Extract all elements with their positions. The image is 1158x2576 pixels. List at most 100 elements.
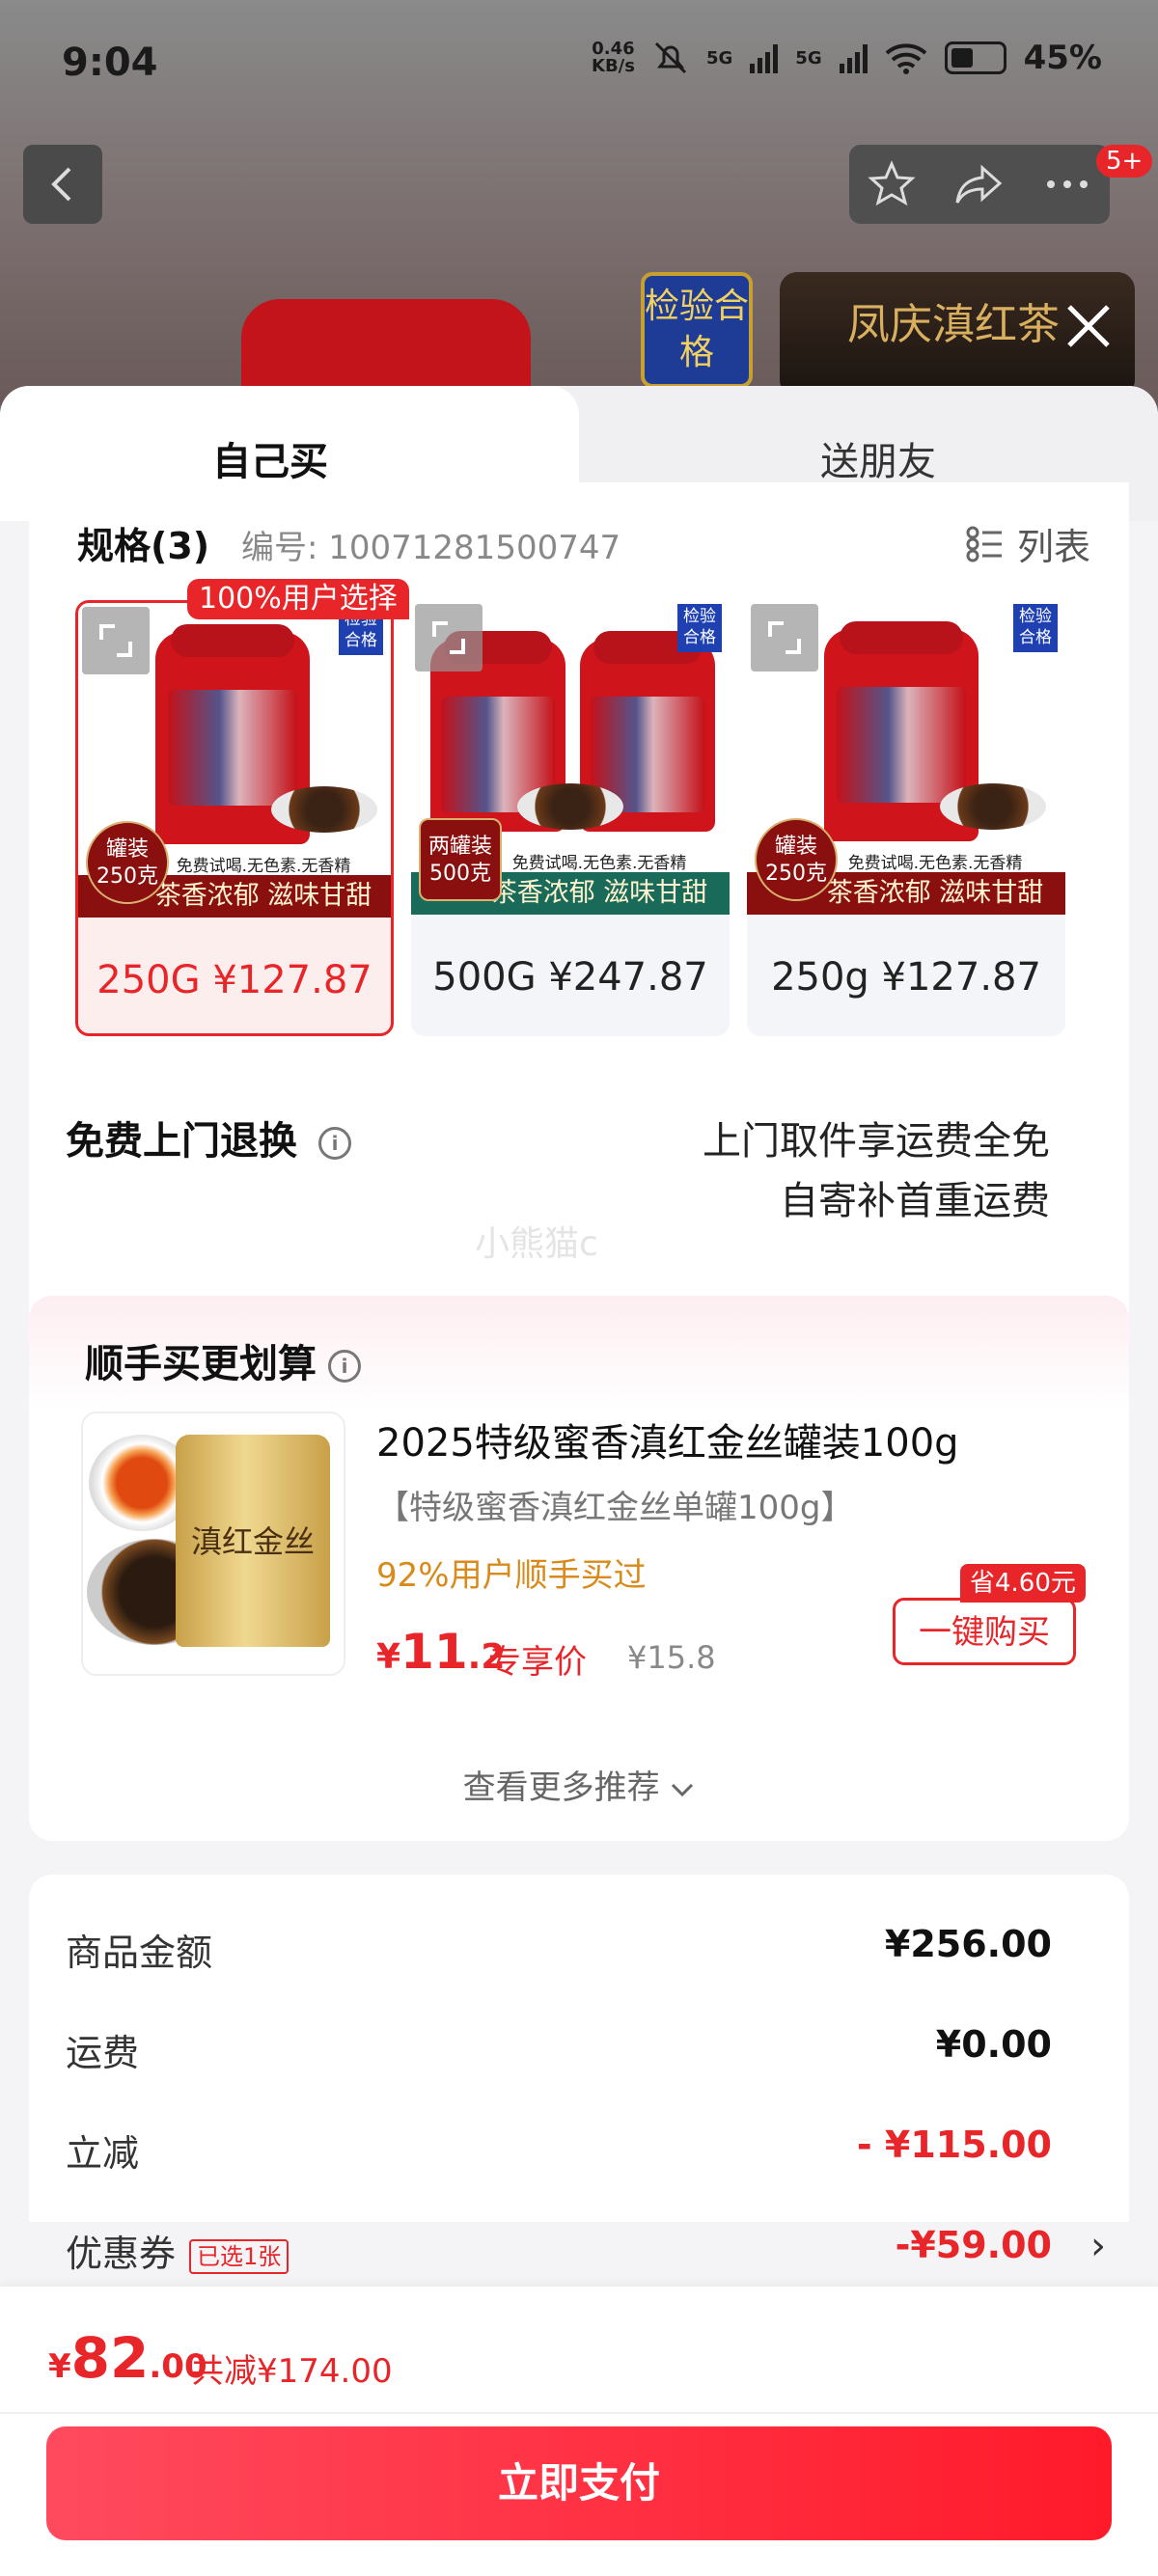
currency-symbol: ¥ [376, 1637, 401, 1677]
expand-icon[interactable] [82, 607, 150, 674]
share-icon[interactable] [953, 160, 1006, 208]
checkout-footer: ¥82.00 共减¥174.00 立即支付 [0, 2287, 1158, 2576]
total-price: ¥82.00 [48, 2325, 207, 2391]
return-line-1: 上门取件享运费全免 [703, 1119, 1050, 1164]
summary-row-shipping: 运费 ¥0.00 [66, 2023, 1052, 2081]
spec-option-subbanner: 免费试喝.无色素.无香精 [805, 853, 1065, 874]
total-int: 82 [70, 2325, 150, 2391]
upsell-title-label: 顺手买更划算 [85, 1342, 317, 1386]
info-icon[interactable]: i [328, 1350, 361, 1383]
upsell-price: ¥11.2 [376, 1624, 505, 1680]
summary-value: ¥0.00 [935, 2023, 1052, 2066]
return-line-2: 自寄补首重运费 [780, 1179, 1050, 1223]
upsell-sku: 【特级蜜香滇红金丝单罐100g】 [376, 1489, 854, 1527]
spec-option-250g-alt[interactable]: 免费试喝.无色素.无香精 茶香浓郁 滋味甘甜 罐装250克 检验合格 250g … [747, 600, 1065, 1036]
purchase-sheet: 自己买 送朋友 规格(3) 编号: 10071281500747 列表 免费试喝… [0, 386, 1158, 2576]
summary-value: - ¥115.00 [856, 2124, 1052, 2166]
more-recommendations-label: 查看更多推荐 [462, 1768, 660, 1807]
status-bar: 9:04 0.46 KB/s 5G 5G 45% [0, 0, 1158, 125]
spec-title: 规格(3) [77, 525, 210, 567]
wifi-icon [885, 43, 926, 74]
popular-choice-badge: 100%用户选择 [187, 579, 409, 619]
upsell-popularity: 92%用户顺手买过 [376, 1556, 647, 1595]
battery-level: 45% [1023, 39, 1102, 77]
spec-option-label: 250G ¥127.87 [96, 958, 372, 1002]
list-view-toggle[interactable]: 列表 [965, 517, 1090, 570]
back-button[interactable] [23, 145, 102, 224]
more-icon[interactable] [1043, 175, 1091, 194]
summary-label: 优惠券 [66, 2233, 177, 2275]
mute-icon [654, 41, 687, 74]
coupon-count-badge: 已选1张 [189, 2238, 290, 2274]
tea-leaves-image [940, 783, 1046, 830]
one-click-buy-button[interactable]: 一键购买 [893, 1598, 1076, 1665]
info-icon[interactable]: i [318, 1127, 351, 1160]
currency-symbol: ¥ [48, 2347, 71, 2386]
spec-option-tag: 罐装250克 [86, 821, 169, 904]
free-return-label: 免费上门退换 [66, 1119, 297, 1164]
spec-option-subbanner: 免费试喝.无色素.无香精 [469, 853, 730, 874]
signal-icon-2 [839, 42, 868, 73]
spec-option-tag: 罐装250克 [755, 818, 838, 901]
spec-option-subbanner: 免费试喝.无色素.无香精 [136, 856, 391, 877]
list-view-label: 列表 [1016, 526, 1090, 568]
list-icon [966, 526, 1002, 562]
upsell-product-image[interactable]: 滇红金丝 [81, 1411, 345, 1676]
original-price: ¥15.8 [627, 1639, 716, 1676]
upsell-card: 顺手买更划算 i 滇红金丝 2025特级蜜香滇红金丝罐装100g 【特级蜜香滇红金… [29, 1296, 1129, 1841]
watermark: 小熊猫c [475, 1224, 598, 1264]
signal-icon [750, 42, 779, 73]
spec-option-tag: 两罐装500克 [419, 818, 502, 901]
chevron-down-icon [672, 1783, 694, 1797]
total-saved: 共减¥174.00 [191, 2352, 393, 2391]
close-icon[interactable] [1060, 297, 1117, 355]
spec-option-label: 250g ¥127.87 [771, 955, 1041, 1000]
tab-buy-self-label: 自己买 [212, 440, 328, 484]
gold-can-image: 滇红金丝 [176, 1435, 330, 1647]
spec-option-500g[interactable]: 免费试喝.无色素.无香精 茶香浓郁 滋味甘甜 两罐装500克 检验合格 500G… [411, 600, 730, 1036]
pay-now-button[interactable]: 立即支付 [46, 2426, 1112, 2540]
exclusive-price-label: 专享价 [488, 1643, 587, 1682]
summary-value: -¥59.00 [895, 2224, 1052, 2266]
signal-5g-label-2: 5G [795, 47, 822, 69]
price-summary-card: 商品金额 ¥256.00 运费 ¥0.00 立减 - ¥115.00 优惠券 已选1张 -… [29, 1875, 1129, 2275]
tea-leaves-image [517, 783, 623, 830]
quality-badge: 检验合格 [1013, 604, 1058, 652]
tea-leaves-image [271, 786, 377, 833]
summary-row-discount: 立减 - ¥115.00 [66, 2124, 1052, 2181]
signal-5g-label: 5G [705, 47, 733, 69]
spec-option-label: 500G ¥247.87 [432, 955, 708, 1000]
quality-badge: 检验合格 [677, 604, 722, 652]
summary-value: ¥256.00 [884, 1923, 1052, 1965]
free-return-title: 免费上门退换 i [66, 1110, 351, 1165]
chevron-left-icon [51, 167, 71, 202]
message-badge: 5+ [1096, 145, 1153, 178]
summary-label: 商品金额 [66, 1932, 213, 1974]
tab-gift-friend-label: 送朋友 [820, 440, 936, 484]
upsell-product-name[interactable]: 2025特级蜜香滇红金丝罐装100g [376, 1411, 959, 1467]
expand-icon[interactable] [751, 604, 818, 671]
quality-cert-thumb[interactable]: 检验合格 [641, 272, 753, 388]
spec-option-250g[interactable]: 免费试喝.无色素.无香精 茶香浓郁 滋味甘甜 罐装250克 检验合格 250G … [75, 600, 394, 1036]
expand-icon[interactable] [415, 604, 482, 671]
battery-icon [944, 41, 1006, 74]
save-amount-badge: 省4.60元 [960, 1564, 1086, 1603]
spec-option-image: 免费试喝.无色素.无香精 茶香浓郁 滋味甘甜 两罐装500克 检验合格 [411, 600, 730, 915]
star-icon[interactable] [868, 160, 916, 208]
more-recommendations[interactable]: 查看更多推荐 [29, 1761, 1129, 1808]
spec-option-image: 免费试喝.无色素.无香精 茶香浓郁 滋味甘甜 罐装250克 检验合格 [747, 600, 1065, 915]
net-speed: 0.46 KB/s [592, 39, 635, 76]
summary-row-coupon[interactable]: 优惠券 已选1张 -¥59.00 › [66, 2224, 1106, 2282]
spec-option-image: 免费试喝.无色素.无香精 茶香浓郁 滋味甘甜 罐装250克 检验合格 [78, 603, 391, 918]
chevron-right-icon: › [1090, 2224, 1106, 2268]
upsell-title: 顺手买更划算 i [85, 1332, 361, 1388]
price-int: 11 [400, 1624, 468, 1680]
summary-row-goods: 商品金额 ¥256.00 [66, 1923, 1052, 1981]
header-tools [849, 145, 1110, 224]
product-code: 编号: 10071281500747 [241, 529, 621, 567]
clock: 9:04 [62, 41, 158, 85]
summary-label: 立减 [66, 2132, 140, 2175]
summary-label: 运费 [66, 2032, 140, 2074]
divider [0, 2412, 1158, 2414]
gold-can-text: 滇红金丝 [190, 1523, 315, 1560]
